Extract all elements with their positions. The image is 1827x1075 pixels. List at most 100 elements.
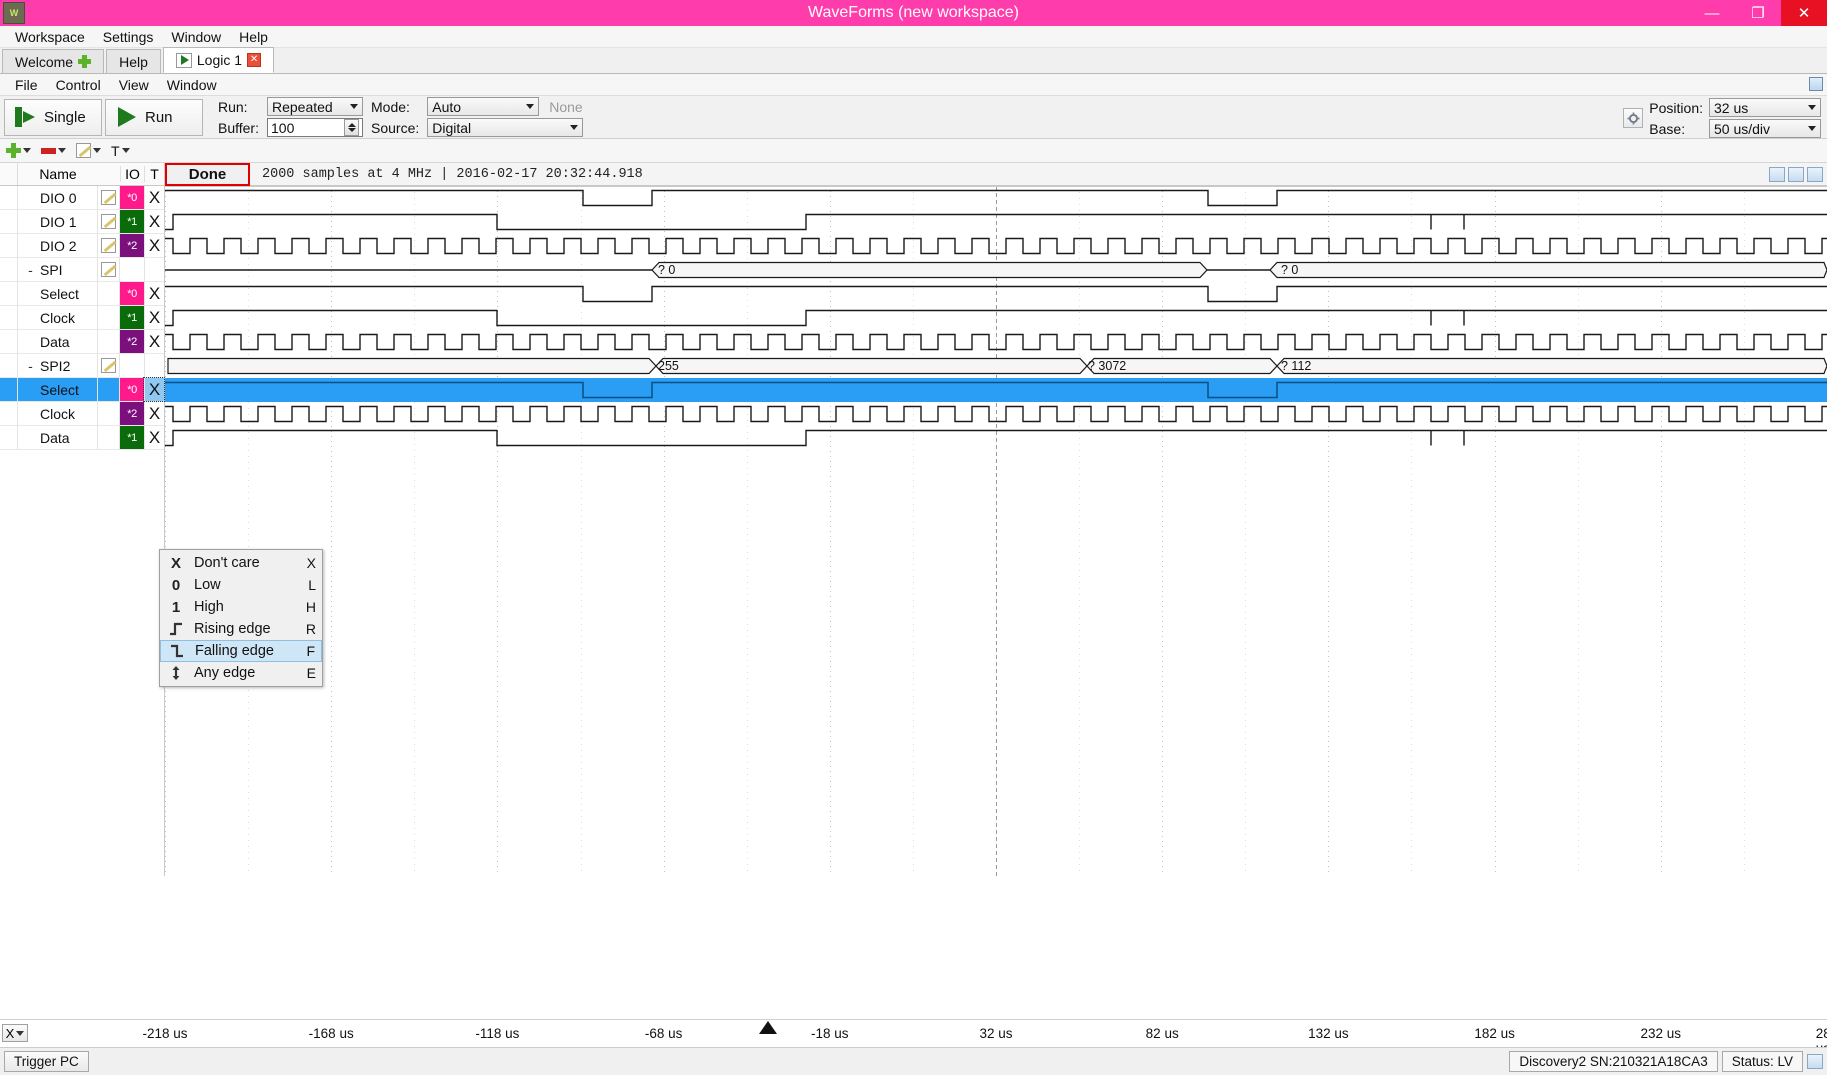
- channel-name-cell[interactable]: Select: [18, 282, 98, 305]
- channel-name-cell[interactable]: - SPI: [18, 258, 98, 281]
- channel-io-cell[interactable]: [120, 354, 144, 377]
- chevron-down-icon[interactable]: [93, 148, 101, 153]
- channel-note-cell[interactable]: [98, 186, 120, 209]
- channel-io-cell[interactable]: *1: [120, 306, 144, 329]
- channel-name-cell[interactable]: - SPI2: [18, 354, 98, 377]
- channel-note-cell[interactable]: [98, 210, 120, 233]
- buffer-stepper[interactable]: 100: [267, 118, 363, 137]
- dock-icon[interactable]: [1809, 77, 1823, 91]
- remove-channel-button[interactable]: [41, 147, 66, 154]
- menu-item-settings[interactable]: Settings: [94, 27, 163, 47]
- close-cursor-button[interactable]: X: [2, 1024, 28, 1042]
- channel-io-cell[interactable]: *2: [120, 402, 144, 425]
- channel-name-cell[interactable]: DIO 0: [18, 186, 98, 209]
- trigger-source-select[interactable]: Digital: [427, 118, 583, 137]
- single-button[interactable]: Single: [4, 98, 102, 136]
- channel-row-dio-0-0[interactable]: DIO 0 *0 X: [0, 186, 164, 210]
- note-button[interactable]: [76, 143, 101, 158]
- chevron-down-icon[interactable]: [58, 148, 66, 153]
- menu-item-falling-edge[interactable]: Falling edge F: [160, 640, 322, 662]
- menu-item-low[interactable]: 0 Low L: [160, 574, 322, 596]
- run-mode-select[interactable]: Repeated: [267, 97, 363, 116]
- close-icon[interactable]: ✕: [247, 53, 262, 67]
- menu-item-rising-edge[interactable]: Rising edge R: [160, 618, 322, 640]
- position-select[interactable]: 32 us: [1709, 98, 1821, 117]
- menu-item-file[interactable]: File: [6, 75, 47, 95]
- menu-item-high[interactable]: 1 High H: [160, 596, 322, 618]
- channel-trigger-cell[interactable]: [144, 354, 164, 377]
- channel-row-select-8[interactable]: Select *0 X: [0, 377, 165, 402]
- chevron-down-icon[interactable]: [16, 1030, 25, 1036]
- plot-area[interactable]: ? 0 ? 0 255 ? 3072 ? 112: [165, 186, 1827, 876]
- zoom-fit-button[interactable]: [1769, 166, 1785, 182]
- channel-note-cell[interactable]: [98, 330, 120, 353]
- tab-welcome[interactable]: Welcome: [2, 49, 105, 73]
- trigger-mode-select[interactable]: Auto: [427, 97, 540, 116]
- waveform-canvas[interactable]: ? 0 ? 0 255 ? 3072 ? 112: [165, 186, 1827, 876]
- row-handle[interactable]: [0, 210, 18, 233]
- channel-row-spi2-7[interactable]: - SPI2: [0, 354, 164, 378]
- collapse-group-icon[interactable]: -: [26, 262, 35, 278]
- tab-help[interactable]: Help: [106, 49, 161, 73]
- run-button[interactable]: Run: [105, 98, 203, 136]
- channel-row-clock-9[interactable]: Clock *2 X: [0, 402, 164, 426]
- row-handle[interactable]: [0, 330, 18, 353]
- channel-trigger-cell[interactable]: X: [144, 306, 164, 329]
- channel-trigger-cell[interactable]: X: [144, 330, 164, 353]
- menu-item-don-t-care[interactable]: X Don't care X: [160, 552, 322, 574]
- chevron-down-icon[interactable]: [121, 148, 130, 153]
- channel-io-cell[interactable]: *0: [120, 282, 144, 305]
- row-handle[interactable]: [0, 234, 18, 257]
- row-handle[interactable]: [0, 258, 18, 281]
- channel-trigger-cell[interactable]: X: [144, 210, 164, 233]
- status-gear-button[interactable]: [1807, 1054, 1823, 1069]
- menu-item-view[interactable]: View: [110, 75, 158, 95]
- row-handle[interactable]: [0, 402, 18, 425]
- channel-row-select-4[interactable]: Select *0 X: [0, 282, 164, 306]
- channel-name-cell[interactable]: Select: [18, 378, 98, 401]
- menu-item-window[interactable]: Window: [162, 27, 230, 47]
- trigger-button[interactable]: T: [111, 143, 130, 159]
- channel-note-cell[interactable]: [98, 234, 120, 257]
- collapse-group-icon[interactable]: -: [26, 358, 35, 374]
- channel-trigger-cell[interactable]: X: [144, 186, 164, 209]
- row-handle[interactable]: [0, 186, 18, 209]
- base-select[interactable]: 50 us/div: [1709, 119, 1821, 138]
- spinner-arrows-icon[interactable]: [344, 119, 359, 136]
- channel-name-cell[interactable]: Clock: [18, 306, 98, 329]
- channel-row-dio-2-2[interactable]: DIO 2 *2 X: [0, 234, 164, 258]
- channel-name-cell[interactable]: Clock: [18, 402, 98, 425]
- row-handle[interactable]: [0, 378, 18, 401]
- channel-io-cell[interactable]: *1: [120, 426, 144, 449]
- channel-io-cell[interactable]: [120, 258, 144, 281]
- row-handle[interactable]: [0, 282, 18, 305]
- add-channel-button[interactable]: [6, 143, 31, 158]
- channel-note-cell[interactable]: [98, 378, 120, 401]
- trigger-pc-button[interactable]: Trigger PC: [4, 1051, 89, 1072]
- channel-name-cell[interactable]: Data: [18, 330, 98, 353]
- channel-io-cell[interactable]: *0: [120, 186, 144, 209]
- channel-note-cell[interactable]: [98, 258, 120, 281]
- channel-trigger-cell[interactable]: X: [143, 377, 165, 402]
- channel-row-clock-5[interactable]: Clock *1 X: [0, 306, 164, 330]
- channel-row-data-6[interactable]: Data *2 X: [0, 330, 164, 354]
- row-handle[interactable]: [0, 306, 18, 329]
- channel-row-spi-3[interactable]: - SPI: [0, 258, 164, 282]
- channel-row-data-10[interactable]: Data *1 X: [0, 426, 164, 450]
- maximize-button[interactable]: ❐: [1735, 0, 1781, 26]
- channel-row-dio-1-1[interactable]: DIO 1 *1 X: [0, 210, 164, 234]
- channel-io-cell[interactable]: *0: [120, 378, 144, 401]
- channel-name-cell[interactable]: DIO 2: [18, 234, 98, 257]
- channel-trigger-cell[interactable]: X: [144, 282, 164, 305]
- channel-trigger-cell[interactable]: X: [144, 234, 164, 257]
- channel-name-cell[interactable]: DIO 1: [18, 210, 98, 233]
- channel-note-cell[interactable]: [98, 282, 120, 305]
- channel-note-cell[interactable]: [98, 354, 120, 377]
- channel-note-cell[interactable]: [98, 402, 120, 425]
- trigger-condition-menu[interactable]: X Don't care X 0 Low L 1 High H Rising edge R Falli…: [159, 549, 323, 687]
- plot-options-button[interactable]: [1788, 166, 1804, 182]
- channel-trigger-cell[interactable]: [144, 258, 164, 281]
- row-handle[interactable]: [0, 426, 18, 449]
- row-handle[interactable]: [0, 354, 18, 377]
- channel-io-cell[interactable]: *2: [120, 234, 144, 257]
